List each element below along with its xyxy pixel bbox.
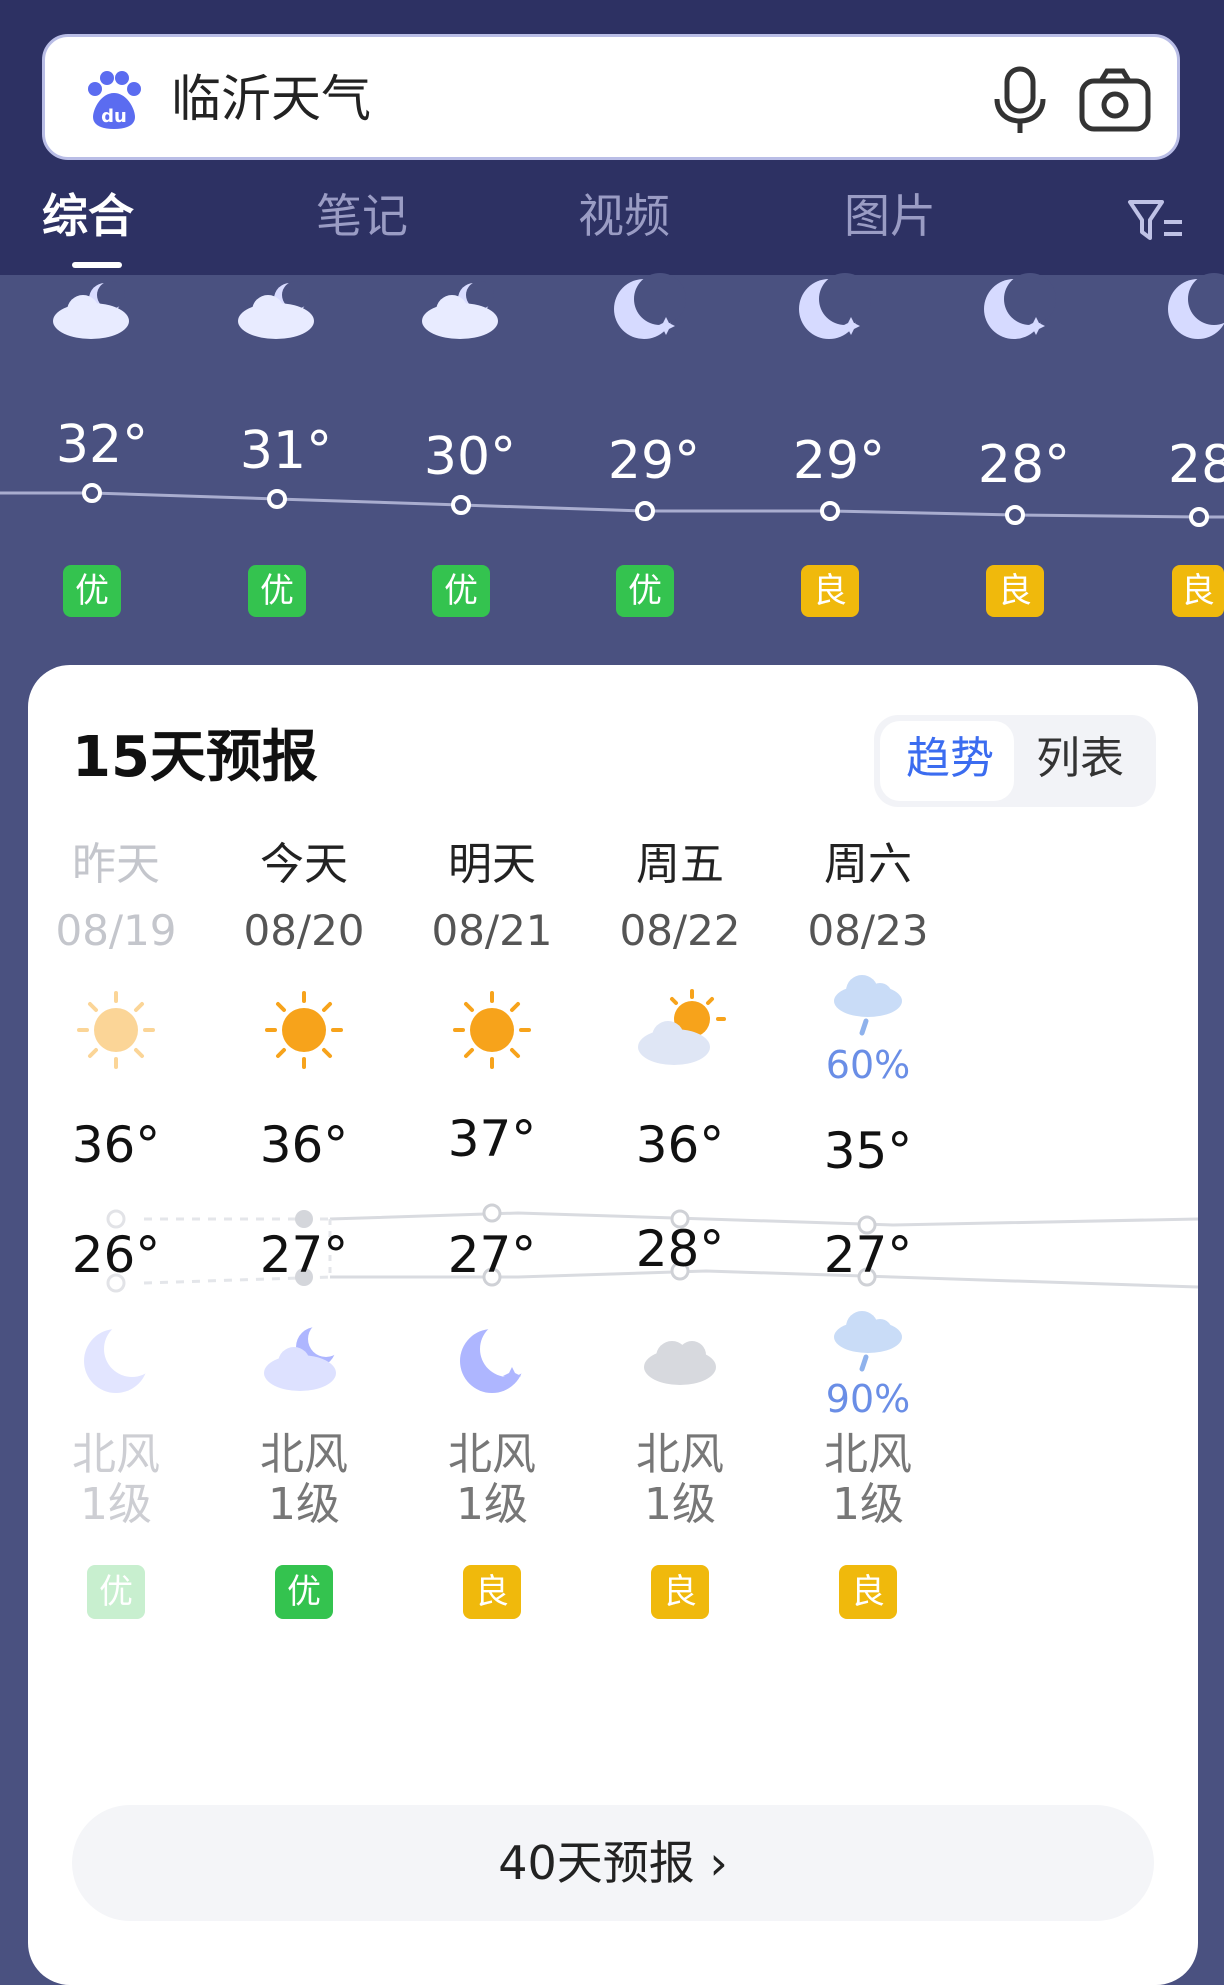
hourly-temp-point <box>820 501 840 521</box>
hourly-temp-point <box>451 495 471 515</box>
wind-level: 1级 <box>644 1479 716 1530</box>
aqi-badge: 良 <box>1172 565 1224 617</box>
aqi-badge: 优 <box>87 1565 145 1619</box>
low-temp: 28° <box>635 1220 725 1278</box>
hourly-temp: 30° <box>423 427 517 487</box>
low-temp: 27° <box>823 1226 913 1284</box>
search-box[interactable]: du 临沂天气 <box>42 34 1180 160</box>
precipitation-chance: 60% <box>825 1043 911 1087</box>
hourly-temp: 31° <box>239 421 333 481</box>
hourly-temp-point <box>635 501 655 521</box>
hourly-forecast[interactable]: 32° 优 31° 优 30° 优 29° 优 29° 良 28° 良 28 良 <box>0 273 1224 665</box>
high-temp: 37° <box>447 1110 537 1168</box>
day-name: 明天 <box>448 839 536 890</box>
wind-level: 1级 <box>832 1479 904 1530</box>
wind-direction: 北风 <box>824 1429 912 1480</box>
moon-icon <box>984 273 1056 339</box>
day-date: 08/21 <box>431 906 553 955</box>
active-tab-indicator <box>72 262 122 268</box>
hourly-temp-point <box>1189 507 1209 527</box>
svg-text:du: du <box>101 106 127 127</box>
camera-icon[interactable] <box>1077 65 1153 135</box>
wind-direction: 北风 <box>636 1429 724 1480</box>
tab-comprehensive[interactable]: 综合 <box>42 186 134 246</box>
moon-icon <box>460 1321 536 1393</box>
hourly-temp-point <box>1005 505 1025 525</box>
sun-icon <box>453 991 531 1069</box>
aqi-badge: 良 <box>986 565 1044 617</box>
low-temp: 27° <box>447 1226 537 1284</box>
forecast-day-friday[interactable]: 周五 08/22 36° 28° 北风 1级 良 <box>580 835 780 1835</box>
hourly-temp: 32° <box>55 415 149 475</box>
sun-icon <box>77 991 155 1069</box>
rain-icon <box>834 975 902 1036</box>
aqi-badge: 良 <box>839 1565 897 1619</box>
day-date: 08/20 <box>243 906 365 955</box>
moon-icon <box>614 273 686 339</box>
sun-icon <box>265 991 343 1069</box>
hourly-temp: 28° <box>977 435 1071 495</box>
hourly-temp: 29° <box>792 431 886 491</box>
header-bar: du 临沂天气 综合 笔记 视频 图片 <box>0 0 1224 275</box>
aqi-badge: 优 <box>275 1565 333 1619</box>
forecast-card: 15天预报 趋势 列表 昨天 08/19 36° 26° 北风 1级 优 今天 … <box>28 665 1198 1985</box>
tab-videos[interactable]: 视频 <box>578 186 670 246</box>
cloudy-night-icon <box>264 1321 344 1391</box>
wind-direction: 北风 <box>72 1429 160 1480</box>
day-name: 昨天 <box>72 839 160 890</box>
search-query[interactable]: 临沂天气 <box>171 59 371 139</box>
wind-direction: 北风 <box>260 1429 348 1480</box>
forecast-40-day-label: 40天预报 › <box>498 1836 728 1890</box>
forecast-day-today[interactable]: 今天 08/20 36° 27° 北风 1级 优 <box>204 835 404 1835</box>
aqi-badge: 良 <box>463 1565 521 1619</box>
low-temp: 27° <box>259 1226 349 1284</box>
aqi-badge: 良 <box>651 1565 709 1619</box>
wind-level: 1级 <box>456 1479 528 1530</box>
aqi-badge: 优 <box>248 565 306 617</box>
cloudy-night-icon <box>238 281 314 339</box>
day-date: 08/22 <box>619 906 741 955</box>
forecast-day-tomorrow[interactable]: 明天 08/21 37° 27° 北风 1级 良 <box>392 835 592 1835</box>
high-temp: 36° <box>635 1116 725 1174</box>
aqi-badge: 优 <box>432 565 490 617</box>
forecast-day-saturday[interactable]: 周六 08/23 60% 35° 27° 90% 北风 1级 良 <box>768 835 968 1835</box>
day-name: 周五 <box>636 839 724 890</box>
baidu-logo-icon: du <box>88 71 141 129</box>
aqi-badge: 良 <box>801 565 859 617</box>
tab-images[interactable]: 图片 <box>844 186 936 246</box>
aqi-badge: 优 <box>63 565 121 617</box>
rain-icon <box>834 1311 902 1372</box>
filter-icon[interactable] <box>1126 196 1184 244</box>
moon-icon <box>799 273 871 339</box>
moon-icon <box>1168 273 1224 339</box>
microphone-icon[interactable] <box>985 63 1055 139</box>
high-temp: 35° <box>823 1122 913 1180</box>
high-temp: 36° <box>71 1116 161 1174</box>
forecast-day-yesterday[interactable]: 昨天 08/19 36° 26° 北风 1级 优 <box>16 835 216 1835</box>
low-temp: 26° <box>71 1226 161 1284</box>
hourly-temp: 29° <box>607 431 701 491</box>
precipitation-chance: 90% <box>825 1377 911 1421</box>
aqi-badge: 优 <box>616 565 674 617</box>
partly-cloudy-icon <box>638 989 726 1065</box>
day-name: 周六 <box>824 839 912 890</box>
cloudy-night-icon <box>53 281 129 339</box>
hourly-temp-point <box>82 483 102 503</box>
forecast-40-day-button[interactable]: 40天预报 › <box>72 1805 1154 1921</box>
high-temp: 36° <box>259 1116 349 1174</box>
hourly-temp-point <box>267 489 287 509</box>
wind-level: 1级 <box>80 1479 152 1530</box>
wind-level: 1级 <box>268 1479 340 1530</box>
hourly-temp: 28 <box>1168 435 1224 495</box>
cloudy-night-icon <box>422 281 498 339</box>
day-name: 今天 <box>260 839 348 890</box>
cloud-icon <box>644 1341 716 1385</box>
day-date: 08/23 <box>807 906 929 955</box>
tab-notes[interactable]: 笔记 <box>316 186 408 246</box>
day-date: 08/19 <box>55 906 177 955</box>
wind-direction: 北风 <box>448 1429 536 1480</box>
moon-icon <box>84 1321 160 1393</box>
